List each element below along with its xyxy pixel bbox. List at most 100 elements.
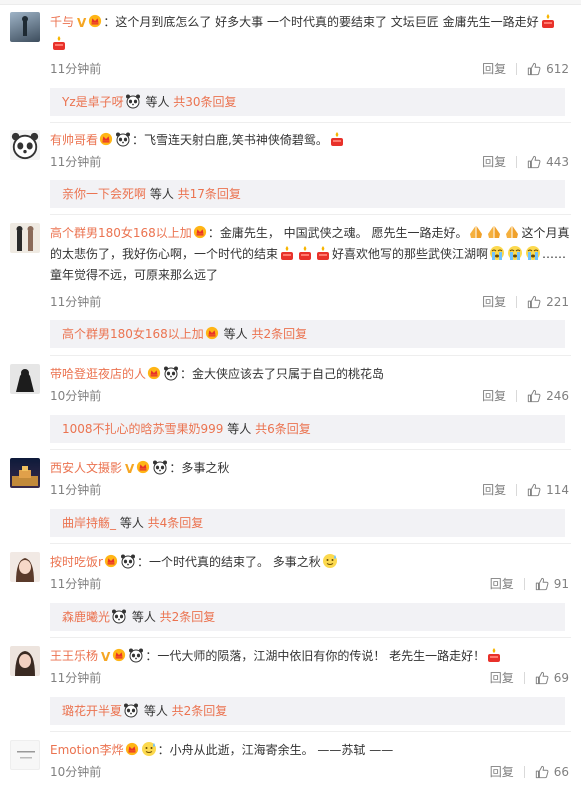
comment-item: 有帅哥看 ：飞雪连天射白鹿,笑书神侠倚碧鸳。 11分钟前 回复 443 亲你一下会…	[0, 130, 581, 208]
comment-text: 有帅哥看 ：飞雪连天射白鹿,笑书神侠倚碧鸳。	[50, 130, 570, 151]
comment-actions: 回复 114	[482, 481, 569, 498]
reply-summary[interactable]: 璐花开半夏 等人 共2条回复	[50, 697, 565, 725]
avatar[interactable]	[10, 223, 40, 253]
avatar[interactable]	[10, 364, 40, 394]
action-divider	[516, 389, 518, 402]
comment-text: 高个群男180女168以上加 ：金庸先生， 中国武侠之魂。 愿先生一路走好。 这个月…	[50, 223, 570, 286]
reply-count-link[interactable]: 共2条回复	[160, 610, 216, 624]
reply-summary-user[interactable]: 高个群男180女168以上加	[62, 327, 204, 341]
like-button[interactable]: 114	[527, 483, 569, 497]
comment-username[interactable]: 西安人文摄影	[50, 461, 122, 475]
reply-summary[interactable]: 曲岸持觞_ 等人 共4条回复	[50, 509, 565, 537]
member-crown-badge	[136, 460, 150, 474]
reply-summary-user[interactable]: 森鹿曦光	[62, 610, 110, 624]
pray-emoji	[486, 224, 502, 240]
avatar[interactable]	[10, 130, 40, 160]
panda-emoji	[152, 459, 168, 475]
comment-divider	[50, 122, 571, 123]
comment-time: 11分钟前	[50, 62, 102, 76]
reply-button[interactable]: 回复	[490, 575, 514, 592]
panda-emoji	[128, 647, 144, 663]
comment-username[interactable]: 带哈登逛夜店的人	[50, 367, 146, 381]
like-button[interactable]: 69	[535, 671, 569, 685]
thumbs-up-icon	[527, 389, 541, 403]
comment-divider	[50, 355, 571, 356]
thumbs-up-icon	[527, 155, 541, 169]
comment-time: 11分钟前	[50, 483, 102, 497]
thumbs-up-icon	[527, 62, 541, 76]
like-count: 114	[546, 482, 569, 497]
comment-content: ：小舟从此逝，江海寄余生。 ——苏轼 ——	[157, 743, 394, 757]
comment-content: 童年觉得不远，可原来那么远了	[50, 268, 219, 282]
panda-emoji	[123, 702, 139, 718]
reply-summary[interactable]: 高个群男180女168以上加 等人 共2条回复	[50, 320, 565, 348]
member-crown-badge	[112, 648, 126, 662]
member-crown-badge	[205, 326, 219, 340]
cry-emoji	[507, 245, 523, 261]
comment-actions: 回复 69	[490, 669, 569, 686]
reply-summary-user[interactable]: Yz是卓子呀	[62, 95, 124, 109]
reply-count-link[interactable]: 共17条回复	[178, 187, 241, 201]
reply-button[interactable]: 回复	[490, 669, 514, 686]
reply-summary[interactable]: Yz是卓子呀 等人 共30条回复	[50, 88, 565, 116]
comment-username[interactable]: 高个群男180女168以上加	[50, 226, 192, 240]
reply-count-link[interactable]: 共6条回复	[255, 422, 311, 436]
action-divider	[523, 671, 525, 684]
reply-count-link[interactable]: 共2条回复	[251, 327, 307, 341]
avatar[interactable]	[10, 552, 40, 582]
avatar[interactable]	[10, 12, 40, 42]
comment-time: 11分钟前	[50, 155, 102, 169]
candle-emoji	[279, 245, 295, 261]
comment-divider	[50, 731, 571, 732]
reply-button[interactable]: 回复	[482, 293, 506, 310]
reply-button[interactable]: 回复	[482, 387, 506, 404]
like-button[interactable]: 612	[527, 62, 569, 76]
comment-username[interactable]: 王王乐杨	[50, 649, 98, 663]
thumbs-up-icon	[535, 577, 549, 591]
reply-button[interactable]: 回复	[482, 60, 506, 77]
reply-count-link[interactable]: 共4条回复	[148, 516, 204, 530]
like-button[interactable]: 246	[527, 389, 569, 403]
comment-actions: 回复 443	[482, 153, 569, 170]
reply-summary-user[interactable]: 璐花开半夏	[62, 704, 122, 718]
like-button[interactable]: 221	[527, 295, 569, 309]
like-button[interactable]: 66	[535, 765, 569, 779]
reply-summary-user[interactable]: 1008不扎心的晗苏雪果奶999	[62, 422, 223, 436]
reply-summary-user[interactable]: 亲你一下会死啊	[62, 187, 146, 201]
comment-divider	[50, 449, 571, 450]
avatar[interactable]	[10, 458, 40, 488]
comment-username[interactable]: 按时吃饭r	[50, 555, 103, 569]
candle-emoji	[51, 35, 67, 51]
like-button[interactable]: 443	[527, 155, 569, 169]
reply-summary[interactable]: 森鹿曦光 等人 共2条回复	[50, 603, 565, 631]
comment-username[interactable]: 千与	[50, 15, 74, 29]
comment-divider	[50, 214, 571, 215]
reply-count-link[interactable]: 共2条回复	[172, 704, 228, 718]
v-badge: V	[101, 650, 111, 664]
comment-content: ：飞雪连天射白鹿,笑书神侠倚碧鸳。	[132, 133, 328, 147]
avatar[interactable]	[10, 646, 40, 676]
comment-username[interactable]: 有帅哥看	[50, 133, 98, 147]
panda-emoji	[163, 365, 179, 381]
reply-summary-user[interactable]: 曲岸持觞_	[62, 516, 116, 530]
reply-count-link[interactable]: 共30条回复	[173, 95, 236, 109]
reply-button[interactable]: 回复	[490, 763, 514, 780]
like-button[interactable]: 91	[535, 577, 569, 591]
reply-summary[interactable]: 亲你一下会死啊 等人 共17条回复	[50, 180, 565, 208]
reply-button[interactable]: 回复	[482, 153, 506, 170]
comment-text: 王王乐杨 V ：一代大师的陨落，江湖中依旧有你的传说！ 老先生一路走好！	[50, 646, 570, 668]
comment-content: ……	[542, 247, 567, 261]
comment-actions: 回复 91	[490, 575, 569, 592]
avatar[interactable]	[10, 740, 40, 770]
comment-content: ：金庸先生， 中国武侠之魂。 愿先生一路走好。	[207, 226, 468, 240]
thumbs-up-icon	[535, 765, 549, 779]
comment-item: 王王乐杨 V ：一代大师的陨落，江湖中依旧有你的传说！ 老先生一路走好！ 11分钟前…	[0, 646, 581, 725]
comment-text: Emotion李烨 ：小舟从此逝，江海寄余生。 ——苏轼 ——	[50, 740, 570, 761]
like-count: 612	[546, 61, 569, 76]
reply-summary-text: 等人	[128, 610, 160, 624]
reply-summary[interactable]: 1008不扎心的晗苏雪果奶999 等人 共6条回复	[50, 415, 565, 443]
like-count: 443	[546, 154, 569, 169]
reply-button[interactable]: 回复	[482, 481, 506, 498]
comment-item: 千与 V ：这个月到底怎么了 好多大事 一个时代真的要结束了 文坛巨匠 金庸先生一路…	[0, 12, 581, 116]
comment-username[interactable]: Emotion李烨	[50, 743, 124, 757]
